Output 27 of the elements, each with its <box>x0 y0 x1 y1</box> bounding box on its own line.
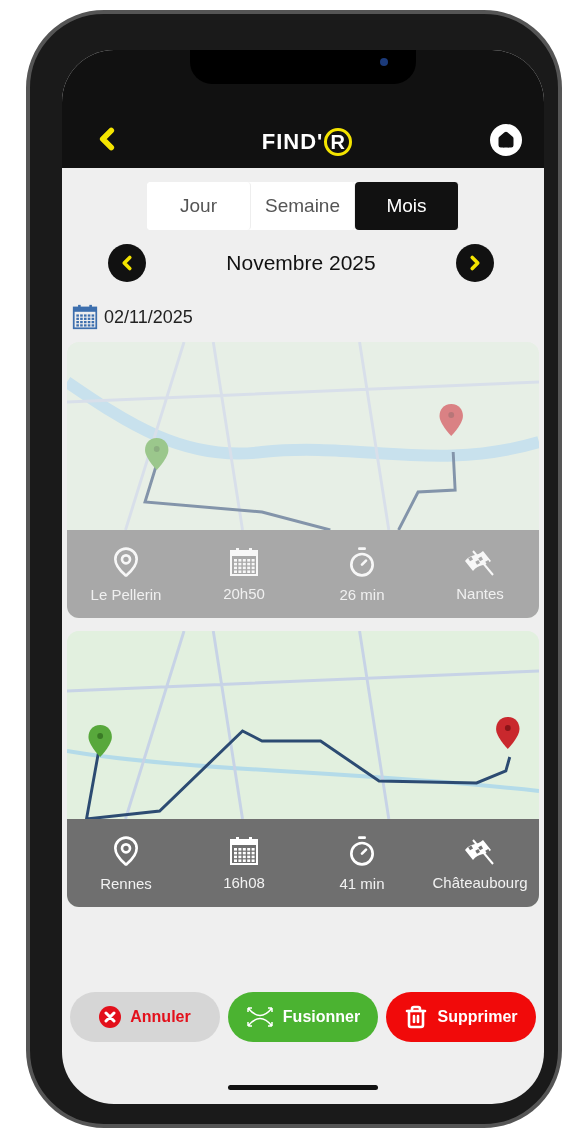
trip-duration: 26 min <box>339 585 385 603</box>
close-icon <box>99 1006 122 1028</box>
start-place: Rennes <box>100 874 152 892</box>
merge-arrows-icon <box>245 1006 274 1028</box>
start-time: 16h08 <box>223 873 265 891</box>
next-button[interactable] <box>456 244 494 282</box>
month-title: Novembre 2025 <box>226 251 376 275</box>
start-time: 20h50 <box>223 584 265 602</box>
cancel-button[interactable]: Annuler <box>70 992 220 1042</box>
date-label: 02/11/2025 <box>104 306 193 328</box>
home-button[interactable] <box>490 124 522 156</box>
camera-icon <box>380 58 388 66</box>
end-place: Nantes <box>456 584 504 602</box>
merge-button[interactable]: Fusionner <box>228 992 378 1042</box>
trip-card[interactable]: Rennes 16h08 41 min Châteaubourg <box>67 631 539 907</box>
period-tab[interactable]: Mois <box>355 182 459 230</box>
trip-duration: 41 min <box>339 874 385 892</box>
previous-button[interactable] <box>108 244 146 282</box>
delete-button[interactable]: Supprimer <box>386 992 536 1042</box>
start-place: Le Pellerin <box>90 585 162 603</box>
trash-icon <box>404 1005 429 1029</box>
end-place: Châteaubourg <box>432 873 528 891</box>
calendar-icon <box>229 835 259 866</box>
home-icon <box>497 131 515 149</box>
calendar-icon <box>229 546 259 577</box>
app-logo: FIND' R <box>261 128 353 156</box>
calendar-icon <box>72 304 98 330</box>
